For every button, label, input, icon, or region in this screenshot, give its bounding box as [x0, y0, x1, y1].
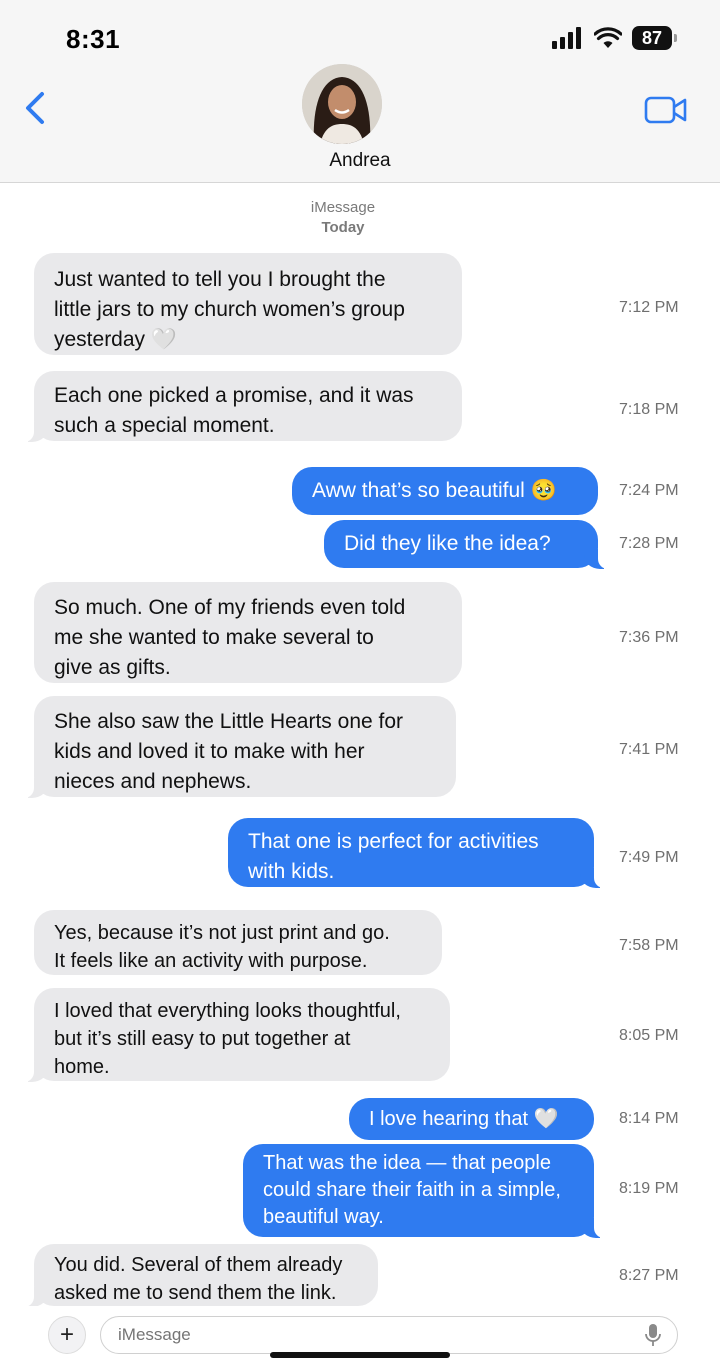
message-input[interactable] — [100, 1316, 678, 1354]
message-timestamp: 7:28 PM — [619, 535, 679, 552]
day-label: Today — [321, 219, 365, 236]
message-line: could share their faith in a simple, — [263, 1179, 561, 1201]
message-line: I love hearing that 🤍 — [369, 1108, 559, 1130]
avatar[interactable] — [302, 64, 382, 144]
message-line: beautiful way. — [263, 1206, 384, 1228]
message-line: Each one picked a promise, and it was — [54, 384, 414, 407]
chevron-left-icon[interactable] — [20, 88, 54, 128]
message-timestamp: 8:19 PM — [619, 1180, 679, 1197]
conversation-header: 8:31 87 Andrea — [0, 0, 720, 183]
message-line: home. — [54, 1056, 110, 1078]
incoming-message[interactable]: Each one picked a promise, and it was su… — [24, 371, 462, 442]
message-line: That one is perfect for activities — [248, 830, 539, 853]
message-line: So much. One of my friends even told — [54, 596, 406, 619]
message-line: yesterday 🤍 — [54, 328, 178, 351]
avatar-photo — [302, 64, 382, 144]
message-line: with kids. — [248, 860, 335, 883]
message-line: little jars to my church women’s group — [54, 298, 405, 321]
outgoing-message[interactable]: That was the idea — that people could sh… — [243, 1144, 604, 1238]
message-timestamp: 8:14 PM — [619, 1110, 679, 1127]
message-line: Just wanted to tell you I brought the — [54, 268, 386, 291]
incoming-message[interactable]: You did. Several of them already asked m… — [24, 1244, 378, 1307]
home-indicator[interactable] — [270, 1352, 450, 1358]
outgoing-message[interactable]: Did they like the idea? — [324, 520, 608, 569]
status-icons: 87 — [552, 26, 677, 50]
message-line: That was the idea — that people — [263, 1152, 551, 1174]
message-line: I loved that everything looks thoughtful… — [54, 1000, 401, 1022]
incoming-message[interactable]: She also saw the Little Hearts one for k… — [24, 696, 456, 798]
message-line: but it’s still easy to put together at — [54, 1028, 351, 1050]
message-timestamp: 8:05 PM — [619, 1027, 679, 1044]
contact-name[interactable]: Andrea — [0, 150, 720, 172]
message-line: asked me to send them the link. — [54, 1282, 337, 1304]
battery-level: 87 — [641, 27, 663, 48]
message-line: kids and loved it to make with her — [54, 740, 365, 763]
message-line: me she wanted to make several to — [54, 626, 374, 649]
incoming-message[interactable]: Just wanted to tell you I brought the li… — [34, 253, 462, 355]
message-line: She also saw the Little Hearts one for — [54, 710, 404, 733]
message-timestamp: 8:27 PM — [619, 1267, 679, 1284]
outgoing-message[interactable]: Aww that’s so beautiful 🥹 — [292, 467, 598, 515]
message-timestamp: 7:36 PM — [619, 629, 679, 646]
service-label: iMessage — [310, 199, 376, 216]
wifi-icon — [594, 27, 622, 48]
message-line: Yes, because it’s not just print and go. — [54, 922, 390, 944]
message-timestamp: 7:58 PM — [619, 937, 679, 954]
message-timestamp: 7:12 PM — [619, 299, 679, 316]
outgoing-message[interactable]: That one is perfect for activities with … — [228, 818, 604, 888]
message-line: Aww that’s so beautiful 🥹 — [312, 479, 557, 502]
message-timestamp: 7:49 PM — [619, 849, 679, 866]
message-timestamp: 7:18 PM — [619, 401, 679, 418]
microphone-icon[interactable] — [645, 1323, 661, 1347]
message-line: Did they like the idea? — [344, 532, 551, 555]
message-timestamp: 7:41 PM — [619, 741, 679, 758]
message-line: such a special moment. — [54, 414, 275, 437]
message-line: You did. Several of them already — [54, 1254, 343, 1276]
add-attachment-button[interactable]: + — [48, 1316, 86, 1354]
message-timestamp: 7:24 PM — [619, 482, 679, 499]
incoming-message[interactable]: I loved that everything looks thoughtful… — [24, 988, 450, 1082]
message-line: It feels like an activity with purpose. — [54, 950, 368, 972]
incoming-message[interactable]: So much. One of my friends even told me … — [34, 582, 462, 683]
message-line: give as gifts. — [54, 656, 171, 679]
status-time: 8:31 — [66, 24, 121, 54]
outgoing-message[interactable]: I love hearing that 🤍 — [349, 1098, 594, 1140]
battery-indicator: 87 — [632, 26, 677, 50]
video-camera-icon[interactable] — [644, 94, 688, 126]
incoming-message[interactable]: Yes, because it’s not just print and go.… — [34, 910, 442, 975]
message-line: nieces and nephews. — [54, 770, 252, 793]
cellular-signal-icon — [552, 27, 581, 49]
